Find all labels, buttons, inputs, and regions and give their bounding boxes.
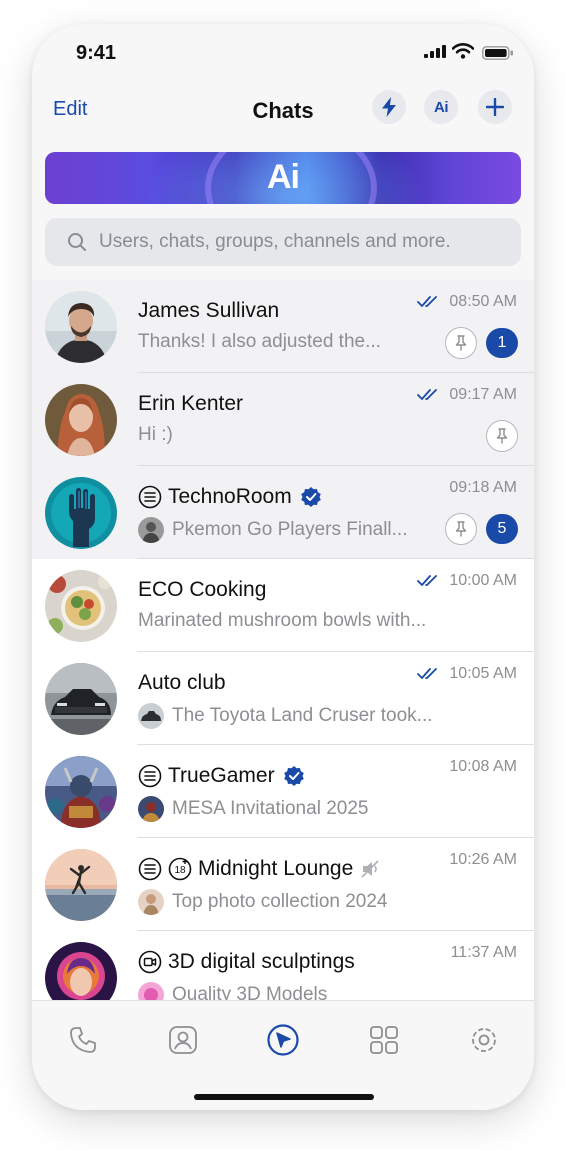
chat-row-erin-kenter[interactable]: Erin Kenter Hi :) 09:17 AM xyxy=(32,373,534,466)
search-icon xyxy=(68,233,86,251)
verified-icon xyxy=(283,765,305,787)
plus-icon xyxy=(486,98,504,116)
lightning-icon xyxy=(382,97,396,117)
video-channel-icon xyxy=(138,950,162,974)
avatar xyxy=(45,291,117,363)
phone-icon xyxy=(70,1027,96,1053)
unread-badge: 1 xyxy=(486,328,518,358)
chat-row-eco-cooking[interactable]: ECO Cooking Marinated mushroom bowls wit… xyxy=(32,559,534,652)
chat-row-james-sullivan[interactable]: James Sullivan Thanks! I also adjusted t… xyxy=(32,280,534,373)
chat-name: 18 Midnight Lounge xyxy=(138,857,381,881)
quick-actions-button[interactable] xyxy=(372,90,406,124)
status-bar: 9:41 xyxy=(32,24,534,82)
avatar xyxy=(45,942,117,1000)
phone-frame: 9:41 Edit Chats Ai Ai Users, chats, grou… xyxy=(32,24,534,1110)
chat-time: 09:18 AM xyxy=(449,479,517,496)
sender-avatar xyxy=(138,796,164,822)
contacts-icon xyxy=(169,1026,197,1054)
chat-name: TrueGamer xyxy=(138,764,305,788)
chat-time: 09:17 AM xyxy=(417,386,517,404)
ai-button[interactable]: Ai xyxy=(424,90,458,124)
pin-icon xyxy=(486,420,518,452)
sender-avatar xyxy=(138,889,164,915)
chat-preview: MESA Invitational 2025 xyxy=(138,796,368,822)
status-time: 9:41 xyxy=(76,42,117,64)
chat-preview: Pkemon Go Players Finall... xyxy=(138,517,407,543)
tab-contacts[interactable] xyxy=(166,1023,200,1057)
header: Edit Chats Ai xyxy=(32,90,534,130)
avatar xyxy=(45,477,117,549)
sender-avatar xyxy=(138,517,164,543)
chat-time: 10:08 AM xyxy=(449,758,517,775)
ai-button-label: Ai xyxy=(434,98,449,116)
search-bar[interactable]: Users, chats, groups, channels and more. xyxy=(45,218,521,266)
chat-row-truegamer[interactable]: TrueGamer MESA Invitational 2025 10:08 A… xyxy=(32,745,534,838)
chat-time: 10:05 AM xyxy=(417,665,517,683)
tab-apps[interactable] xyxy=(367,1023,401,1057)
wifi-icon xyxy=(452,43,474,59)
chat-preview: The Toyota Land Cruser took... xyxy=(138,703,433,729)
double-check-icon xyxy=(417,389,441,401)
chat-name: ECO Cooking xyxy=(138,578,267,601)
chats-icon xyxy=(267,1024,299,1056)
channel-icon xyxy=(138,764,162,788)
svg-text:18: 18 xyxy=(174,865,186,876)
sender-avatar xyxy=(138,982,164,1000)
page-title: Chats xyxy=(252,98,314,123)
avatar xyxy=(45,570,117,642)
pin-icon xyxy=(445,327,477,359)
search-input[interactable]: Users, chats, groups, channels and more. xyxy=(99,231,451,253)
avatar xyxy=(45,756,117,828)
chat-preview: Hi :) xyxy=(138,424,173,445)
sender-avatar xyxy=(138,703,164,729)
chat-name: TechnoRoom xyxy=(138,485,322,509)
chat-preview: Quality 3D Models xyxy=(138,982,327,1000)
tab-settings[interactable] xyxy=(467,1023,501,1057)
tab-calls[interactable] xyxy=(66,1023,100,1057)
chat-time: 08:50 AM xyxy=(417,293,517,311)
chat-preview: Top photo collection 2024 xyxy=(138,889,388,915)
pin-icon xyxy=(445,513,477,545)
ai-banner[interactable]: Ai xyxy=(45,152,521,204)
avatar xyxy=(45,849,117,921)
chat-name: Erin Kenter xyxy=(138,392,244,415)
chat-time: 10:00 AM xyxy=(417,572,517,590)
chat-name: Auto club xyxy=(138,671,226,694)
chat-time: 10:26 AM xyxy=(449,851,517,868)
chat-time: 11:37 AM xyxy=(450,944,517,961)
chat-name: James Sullivan xyxy=(138,299,280,322)
chat-row-3d-digital-sculptings[interactable]: 3D digital sculptings Quality 3D Models … xyxy=(32,931,534,1000)
channel-icon xyxy=(138,857,162,881)
chat-row-technoroom[interactable]: TechnoRoom Pkemon Go Players Finall... 0… xyxy=(32,466,534,559)
verified-icon xyxy=(300,486,322,508)
chat-name: 3D digital sculptings xyxy=(138,950,355,974)
signal-icon xyxy=(424,45,446,58)
age-restriction-icon: 18 xyxy=(168,857,192,881)
unread-badge: 5 xyxy=(486,514,518,544)
double-check-icon xyxy=(417,575,441,587)
chat-row-auto-club[interactable]: Auto club The Toyota Land Cruser took...… xyxy=(32,652,534,745)
battery-icon xyxy=(482,46,513,60)
apps-icon xyxy=(370,1026,398,1054)
home-indicator xyxy=(194,1094,374,1100)
chat-list: James Sullivan Thanks! I also adjusted t… xyxy=(32,280,534,1000)
avatar xyxy=(45,384,117,456)
chat-preview: Marinated mushroom bowls with... xyxy=(138,610,427,631)
muted-icon xyxy=(361,860,381,878)
chat-preview: Thanks! I also adjusted the... xyxy=(138,331,381,352)
double-check-icon xyxy=(417,668,441,680)
channel-icon xyxy=(138,485,162,509)
avatar xyxy=(45,663,117,735)
double-check-icon xyxy=(417,296,441,308)
banner-label: Ai xyxy=(267,158,300,196)
settings-icon xyxy=(472,1028,496,1052)
chat-row-midnight-lounge[interactable]: 18 Midnight Lounge Top photo collection … xyxy=(32,838,534,931)
new-chat-button[interactable] xyxy=(478,90,512,124)
tab-chats[interactable] xyxy=(266,1023,300,1057)
